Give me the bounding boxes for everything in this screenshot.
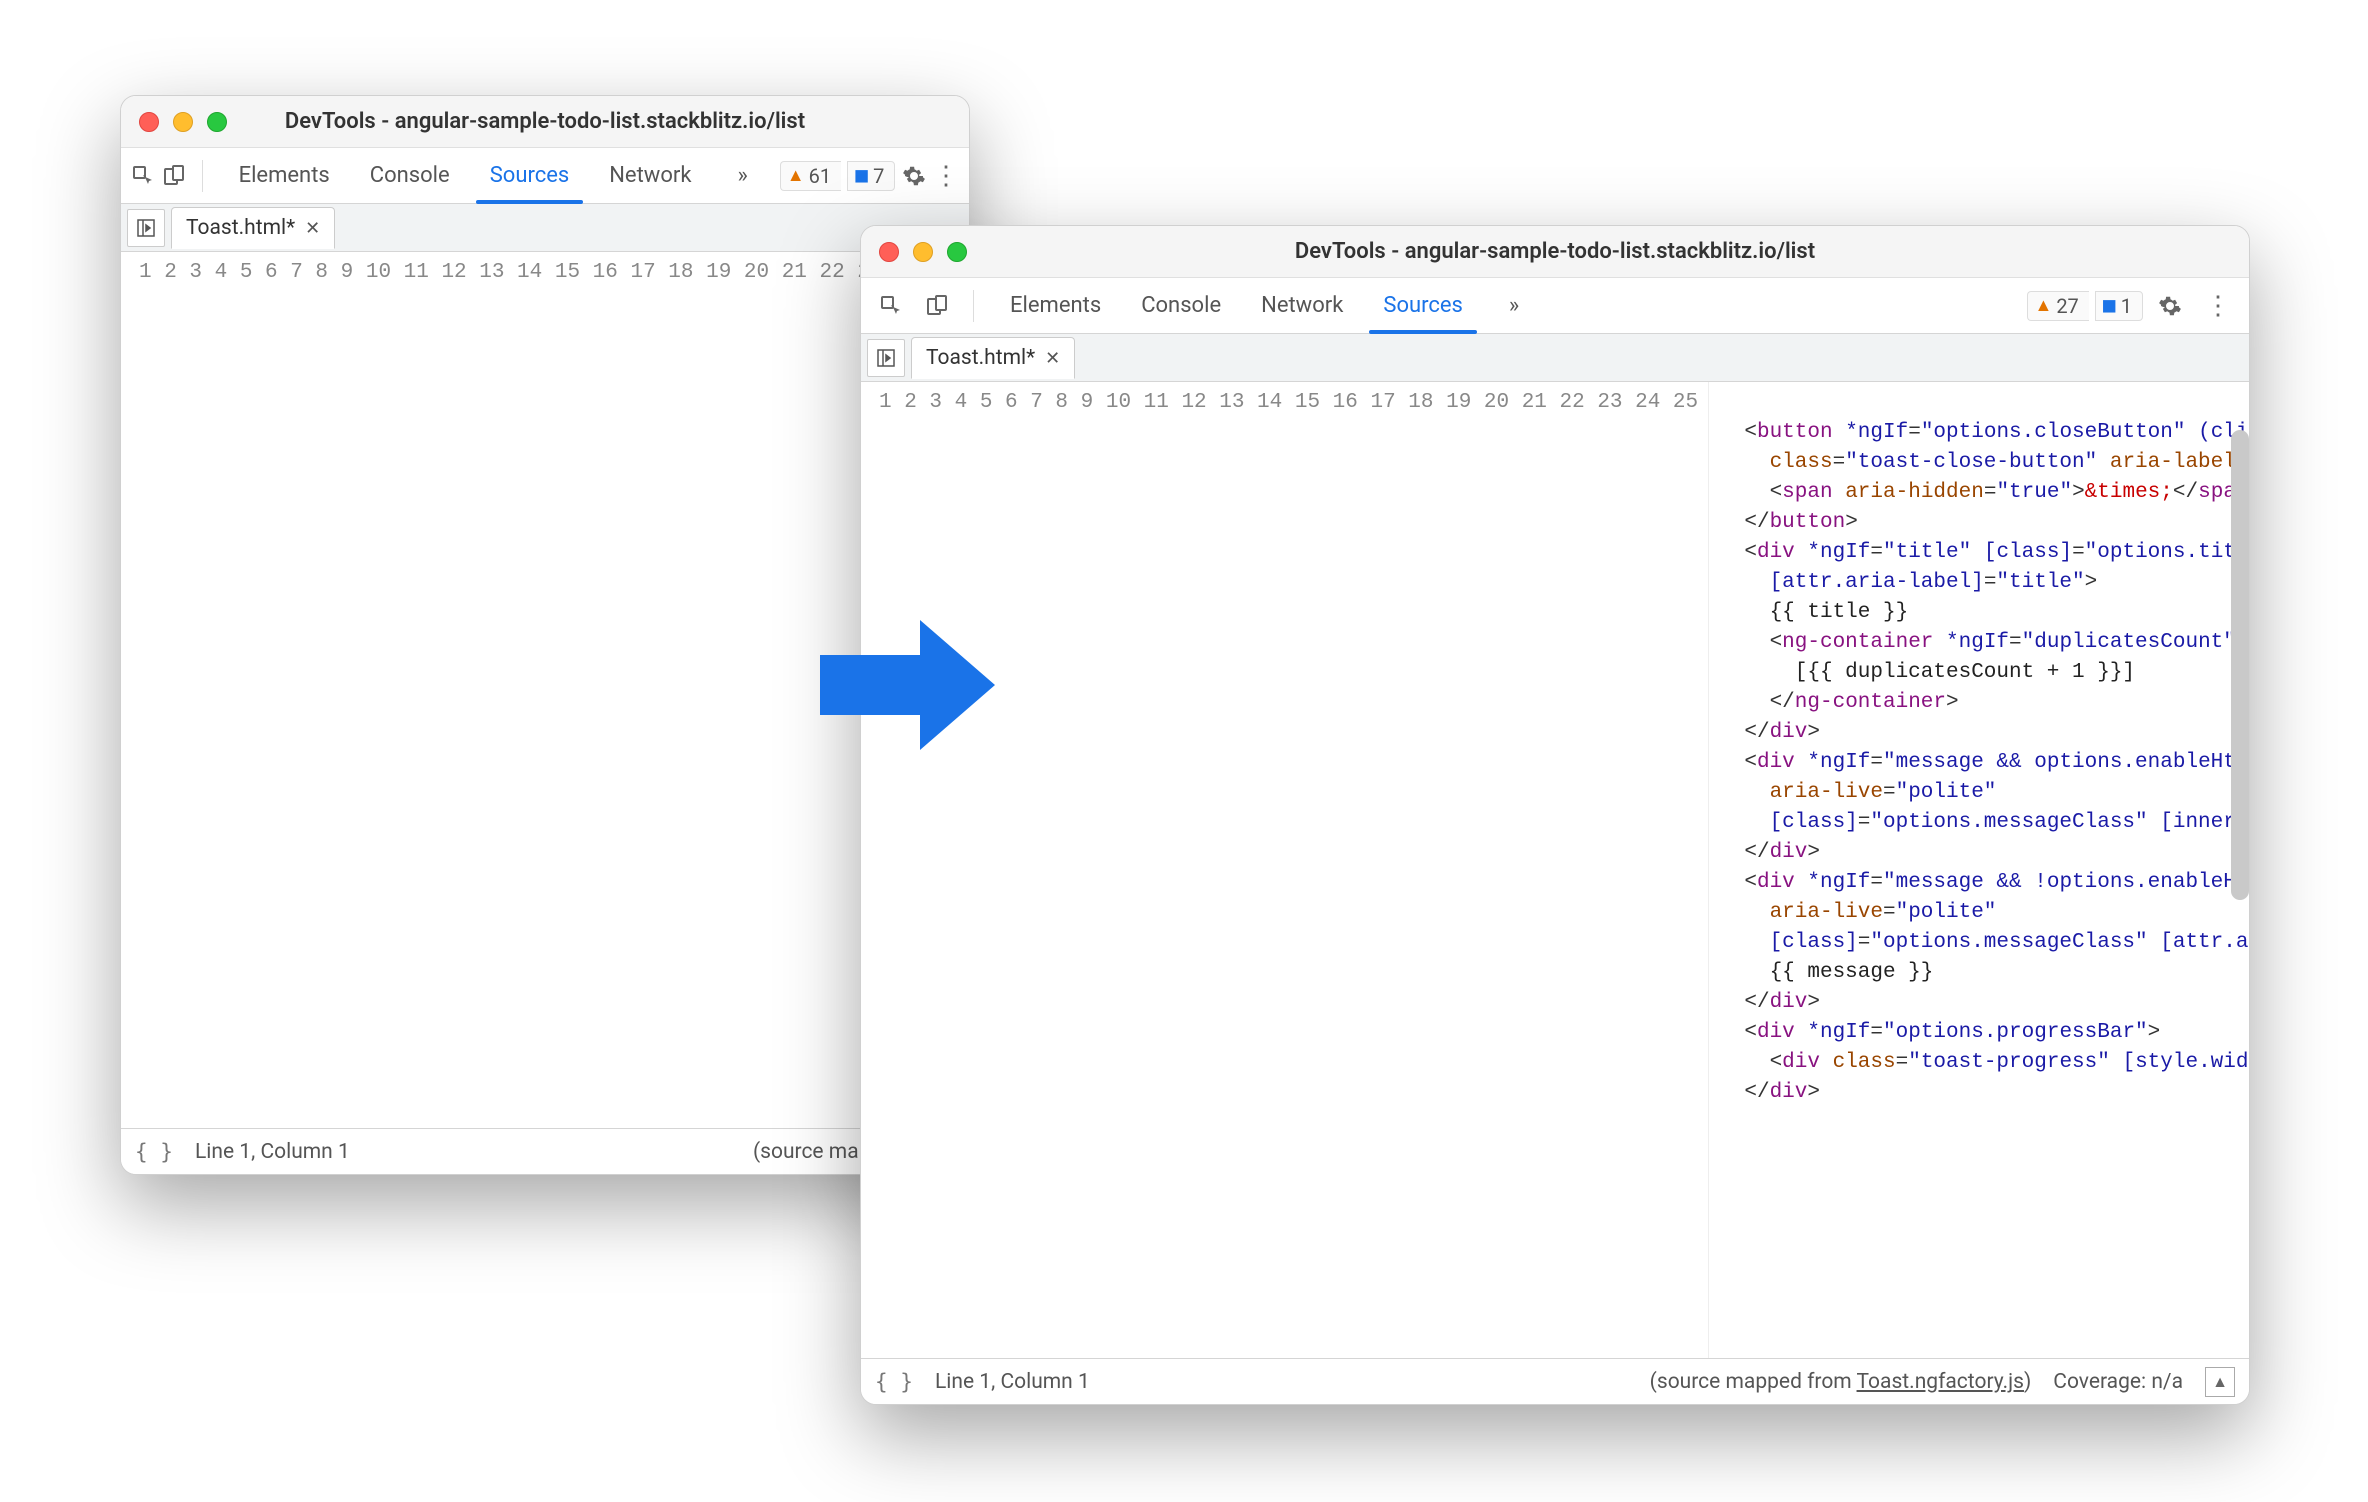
status-bar: { } Line 1, Column 1 (source mapped from xyxy=(121,1128,969,1174)
issues-count: 7 xyxy=(873,164,884,188)
pretty-print-icon[interactable]: { } xyxy=(875,1370,913,1394)
window-title: DevTools - angular-sample-todo-list.stac… xyxy=(121,109,969,134)
drawer-toggle-icon[interactable]: ▲ xyxy=(2205,1367,2235,1397)
device-toggle-icon[interactable] xyxy=(161,156,185,196)
scrollbar-thumb[interactable] xyxy=(2231,430,2249,900)
show-navigator-button[interactable] xyxy=(127,209,165,247)
minimize-window-button[interactable] xyxy=(173,112,193,132)
panel-tab-network[interactable]: Network xyxy=(1241,278,1363,333)
more-tabs-button[interactable]: » xyxy=(1489,278,1539,333)
issues-count: 1 xyxy=(2121,294,2132,318)
kebab-menu-icon[interactable]: ⋮ xyxy=(2197,285,2239,327)
maximize-window-button[interactable] xyxy=(207,112,227,132)
cursor-position: Line 1, Column 1 xyxy=(935,1370,1090,1394)
traffic-lights xyxy=(879,242,967,262)
cursor-position: Line 1, Column 1 xyxy=(195,1140,350,1164)
titlebar: DevTools - angular-sample-todo-list.stac… xyxy=(861,226,2249,278)
coverage-label: Coverage: n/a xyxy=(2053,1370,2183,1394)
kebab-menu-icon[interactable]: ⋮ xyxy=(933,155,959,197)
maximize-window-button[interactable] xyxy=(947,242,967,262)
warnings-count: 27 xyxy=(2056,294,2078,318)
close-tab-icon[interactable]: ✕ xyxy=(305,218,320,239)
devtools-toolbar: ElementsConsoleNetworkSources » ▲27 ◼︎1 … xyxy=(861,278,2249,334)
code-editor[interactable]: 1 2 3 4 5 6 7 8 9 10 11 12 13 14 15 16 1… xyxy=(861,382,2249,1358)
panel-tab-network[interactable]: Network xyxy=(589,148,711,203)
file-tabstrip: Toast.html* ✕ xyxy=(861,334,2249,382)
device-toggle-icon[interactable] xyxy=(917,286,957,326)
panel-tab-elements[interactable]: Elements xyxy=(990,278,1121,333)
warnings-count: 61 xyxy=(809,164,831,188)
source-mapped-label: (source mapped from Toast.ngfactory.js) xyxy=(1650,1370,2032,1394)
issues-badge[interactable]: ◼︎7 xyxy=(847,161,895,191)
minimize-window-button[interactable] xyxy=(913,242,933,262)
file-tab-name: Toast.html* xyxy=(186,216,295,240)
more-tabs-button[interactable]: » xyxy=(717,148,767,203)
titlebar: DevTools - angular-sample-todo-list.stac… xyxy=(121,96,969,148)
status-bar: { } Line 1, Column 1 (source mapped from… xyxy=(861,1358,2249,1404)
traffic-lights xyxy=(139,112,227,132)
file-tab[interactable]: Toast.html* ✕ xyxy=(171,207,335,249)
show-navigator-button[interactable] xyxy=(867,339,905,377)
close-window-button[interactable] xyxy=(879,242,899,262)
transition-arrow-icon xyxy=(810,610,1000,764)
inspect-element-icon[interactable] xyxy=(871,286,911,326)
close-tab-icon[interactable]: ✕ xyxy=(1045,348,1060,369)
source-map-link[interactable]: Toast.ngfactory.js xyxy=(1857,1370,2024,1394)
pretty-print-icon[interactable]: { } xyxy=(135,1140,173,1164)
panel-tabs: ElementsConsoleSourcesNetwork xyxy=(219,148,712,203)
panel-tab-console[interactable]: Console xyxy=(1121,278,1241,333)
scrollbar-track[interactable] xyxy=(2229,382,2249,1358)
close-window-button[interactable] xyxy=(139,112,159,132)
panel-tab-console[interactable]: Console xyxy=(350,148,470,203)
panel-tab-sources[interactable]: Sources xyxy=(1363,278,1483,333)
devtools-window-right: DevTools - angular-sample-todo-list.stac… xyxy=(860,225,2250,1405)
panel-tab-elements[interactable]: Elements xyxy=(219,148,350,203)
issues-badge[interactable]: ◼︎1 xyxy=(2095,291,2143,321)
settings-gear-icon[interactable] xyxy=(2149,285,2191,327)
panel-tabs: ElementsConsoleNetworkSources xyxy=(990,278,1483,333)
warnings-badge[interactable]: ▲27 xyxy=(2027,291,2088,321)
inspect-element-icon[interactable] xyxy=(131,156,155,196)
window-title: DevTools - angular-sample-todo-list.stac… xyxy=(861,239,2249,264)
file-tab-name: Toast.html* xyxy=(926,346,1035,370)
line-gutter: 1 2 3 4 5 6 7 8 9 10 11 12 13 14 15 16 1… xyxy=(861,382,1709,1358)
settings-gear-icon[interactable] xyxy=(901,155,927,197)
file-tab[interactable]: Toast.html* ✕ xyxy=(911,337,1075,379)
devtools-toolbar: ElementsConsoleSourcesNetwork » ▲61 ◼︎7 … xyxy=(121,148,969,204)
file-tabstrip: Toast.html* ✕ xyxy=(121,204,969,252)
code-area[interactable]: <button *ngIf="options.closeButton" (cli… xyxy=(1709,382,2249,1358)
panel-tab-sources[interactable]: Sources xyxy=(470,148,590,203)
warnings-badge[interactable]: ▲61 xyxy=(780,161,841,191)
